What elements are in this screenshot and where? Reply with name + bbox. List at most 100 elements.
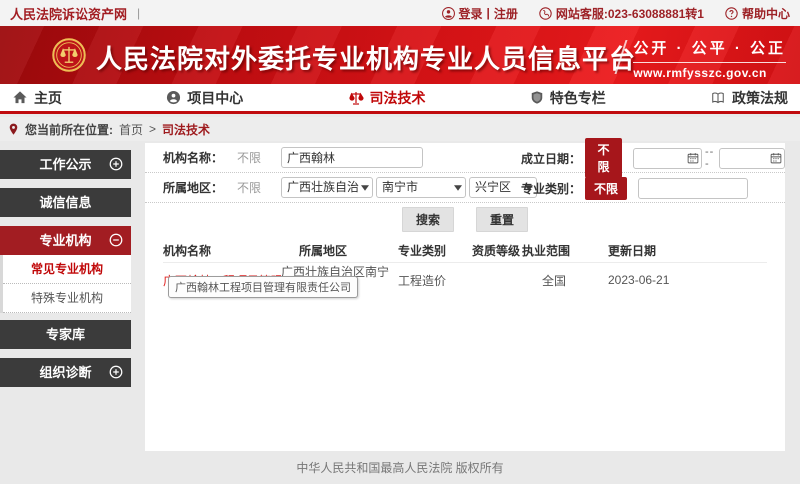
category-label: 专业类别： bbox=[521, 180, 579, 197]
founded-date-group: 成立日期： 不限 --- bbox=[521, 143, 785, 173]
city-select-value: 南宁市 bbox=[382, 180, 418, 194]
book-icon bbox=[710, 91, 726, 105]
topbar: 人民法院诉讼资产网 | 登录 | 注册 网站客服:023-63088881转1 bbox=[0, 0, 800, 26]
footer-copyright: 中华人民共和国最高人民法院 版权所有 bbox=[0, 459, 800, 476]
date-range-separator: --- bbox=[705, 146, 716, 170]
home-icon bbox=[12, 90, 28, 105]
sidebar-subitem-special-orgs[interactable]: 特殊专业机构 bbox=[3, 284, 131, 313]
province-select[interactable]: 广西壮族自治 bbox=[281, 177, 373, 198]
scales-icon bbox=[348, 90, 364, 106]
help-group: 帮助中心 bbox=[725, 5, 790, 22]
sidebar-item-work-publicity[interactable]: 工作公示 bbox=[0, 150, 131, 179]
page: 人民法院诉讼资产网 | 登录 | 注册 网站客服:023-63088881转1 bbox=[0, 0, 800, 484]
breadcrumb-prefix: 您当前所在位置: bbox=[25, 121, 113, 138]
topbar-left: 人民法院诉讼资产网 | bbox=[10, 4, 140, 23]
plus-circle-icon[interactable] bbox=[109, 365, 123, 379]
banner-slogan-block: 公开 · 公平 · 公正 www.rmfysszc.gov.cn bbox=[633, 37, 786, 80]
site-banner: 人民法院对外委托专业机构专业人员信息平台 公开 · 公平 · 公正 www.rm… bbox=[0, 26, 800, 84]
table-header-cell: 资质等级 bbox=[472, 242, 522, 259]
sidebar-item-label: 组织诊断 bbox=[39, 365, 91, 380]
date-to-wrap bbox=[719, 148, 785, 169]
table-header-cell: 专业类别 bbox=[398, 242, 472, 259]
category-unlimited-button[interactable]: 不限 bbox=[585, 177, 627, 200]
founded-date-unlimited-button[interactable]: 不限 bbox=[585, 138, 622, 178]
sidebar-item-professional-orgs[interactable]: 专业机构 bbox=[0, 226, 131, 255]
nav-item-label: 特色专栏 bbox=[550, 88, 606, 108]
project-center-icon bbox=[166, 90, 181, 105]
minus-circle-icon[interactable] bbox=[109, 233, 123, 247]
nav-item-project-center[interactable]: 项目中心 bbox=[166, 88, 243, 108]
nav-item-label: 司法技术 bbox=[370, 88, 426, 108]
calendar-icon[interactable] bbox=[770, 152, 782, 164]
site-home-link[interactable]: 人民法院诉讼资产网 bbox=[10, 4, 127, 23]
city-select[interactable]: 南宁市 bbox=[376, 177, 466, 198]
chevron-down-icon bbox=[361, 185, 369, 191]
user-icon bbox=[442, 7, 455, 20]
org-name-tooltip: 广西翰林工程项目管理有限责任公司 bbox=[168, 276, 358, 298]
sidebar: 工作公示 诚信信息 专业机构 常见专业机构 特殊专业机构 专家库 组织诊断 bbox=[0, 150, 131, 396]
nav-item-label: 项目中心 bbox=[187, 88, 243, 108]
category-input[interactable] bbox=[638, 178, 748, 199]
breadcrumb-current: 司法技术 bbox=[162, 121, 210, 138]
founded-date-label: 成立日期： bbox=[521, 150, 579, 167]
nav-item-policy[interactable]: 政策法规 bbox=[710, 88, 788, 108]
login-register-separator: | bbox=[487, 6, 490, 20]
org-name-label: 机构名称： bbox=[163, 149, 225, 166]
main-nav: 主页 项目中心 司法技术 特色专栏 政策法规 bbox=[0, 84, 800, 114]
reset-button[interactable]: 重置 bbox=[476, 207, 528, 232]
org-name-unlimited[interactable]: 不限 bbox=[237, 149, 263, 166]
topbar-divider: | bbox=[137, 6, 140, 20]
region-unlimited[interactable]: 不限 bbox=[237, 179, 263, 196]
sidebar-item-expert-library[interactable]: 专家库 bbox=[0, 320, 131, 349]
sidebar-item-integrity-info[interactable]: 诚信信息 bbox=[0, 188, 131, 217]
location-icon bbox=[8, 123, 19, 136]
breadcrumb: 您当前所在位置: 首页 > 司法技术 bbox=[0, 117, 800, 141]
calendar-icon[interactable] bbox=[687, 152, 699, 164]
login-link[interactable]: 登录 bbox=[459, 5, 483, 22]
table-cell: 全国 bbox=[522, 272, 608, 289]
site-slogan: 公开 · 公平 · 公正 bbox=[633, 37, 786, 63]
register-link[interactable]: 注册 bbox=[494, 5, 518, 22]
help-icon bbox=[725, 7, 738, 20]
action-buttons: 搜索 重置 bbox=[145, 205, 785, 233]
table-cell: 2023-06-21 bbox=[608, 273, 767, 287]
breadcrumb-home-link[interactable]: 首页 bbox=[119, 121, 143, 138]
phone-icon bbox=[539, 7, 552, 20]
help-link[interactable]: 帮助中心 bbox=[742, 5, 790, 22]
nav-item-label: 政策法规 bbox=[732, 88, 788, 108]
plus-circle-icon[interactable] bbox=[109, 157, 123, 171]
site-title: 人民法院对外委托专业机构专业人员信息平台 bbox=[96, 39, 636, 76]
nav-item-label: 主页 bbox=[34, 88, 62, 108]
site-url: www.rmfysszc.gov.cn bbox=[633, 66, 786, 80]
nav-item-judicial-tech[interactable]: 司法技术 bbox=[348, 88, 426, 108]
nav-item-home[interactable]: 主页 bbox=[12, 88, 62, 108]
breadcrumb-separator: > bbox=[149, 122, 156, 136]
sidebar-item-label: 专业机构 bbox=[39, 233, 91, 248]
login-group: 登录 | 注册 bbox=[442, 5, 518, 22]
sidebar-item-org-diagnosis[interactable]: 组织诊断 bbox=[0, 358, 131, 387]
category-group: 专业类别： 不限 bbox=[521, 173, 748, 203]
table-header-row: 机构名称 所属地区 专业类别 资质等级 执业范围 更新日期 bbox=[163, 238, 767, 263]
search-button[interactable]: 搜索 bbox=[402, 207, 454, 232]
topbar-right: 登录 | 注册 网站客服:023-63088881转1 帮助中心 bbox=[428, 5, 791, 22]
org-name-input[interactable] bbox=[281, 147, 423, 168]
table-header-cell: 机构名称 bbox=[163, 242, 281, 259]
nav-item-special-column[interactable]: 特色专栏 bbox=[530, 88, 606, 108]
sidebar-item-label: 诚信信息 bbox=[39, 195, 91, 210]
court-emblem-logo bbox=[52, 38, 86, 77]
chevron-down-icon bbox=[454, 185, 462, 191]
date-from-wrap bbox=[633, 148, 702, 169]
hotline-text: 网站客服:023-63088881转1 bbox=[556, 5, 704, 22]
sidebar-submenu: 常见专业机构 特殊专业机构 bbox=[0, 255, 131, 313]
sidebar-item-label: 专家库 bbox=[46, 327, 85, 342]
main-panel: 机构名称： 不限 成立日期： 不限 --- bbox=[145, 143, 785, 451]
province-select-value: 广西壮族自治 bbox=[287, 180, 359, 194]
hotline-group: 网站客服:023-63088881转1 bbox=[539, 5, 704, 22]
shield-icon bbox=[530, 90, 544, 105]
table-header-cell: 所属地区 bbox=[281, 242, 398, 259]
table-cell: 工程造价 bbox=[398, 272, 472, 289]
sidebar-subitem-common-orgs[interactable]: 常见专业机构 bbox=[3, 255, 131, 284]
filter-row-2: 所属地区： 不限 广西壮族自治 南宁市 兴宁区 专业 bbox=[145, 173, 785, 203]
table-header-cell: 执业范围 bbox=[522, 242, 608, 259]
sidebar-item-label: 工作公示 bbox=[39, 157, 91, 172]
